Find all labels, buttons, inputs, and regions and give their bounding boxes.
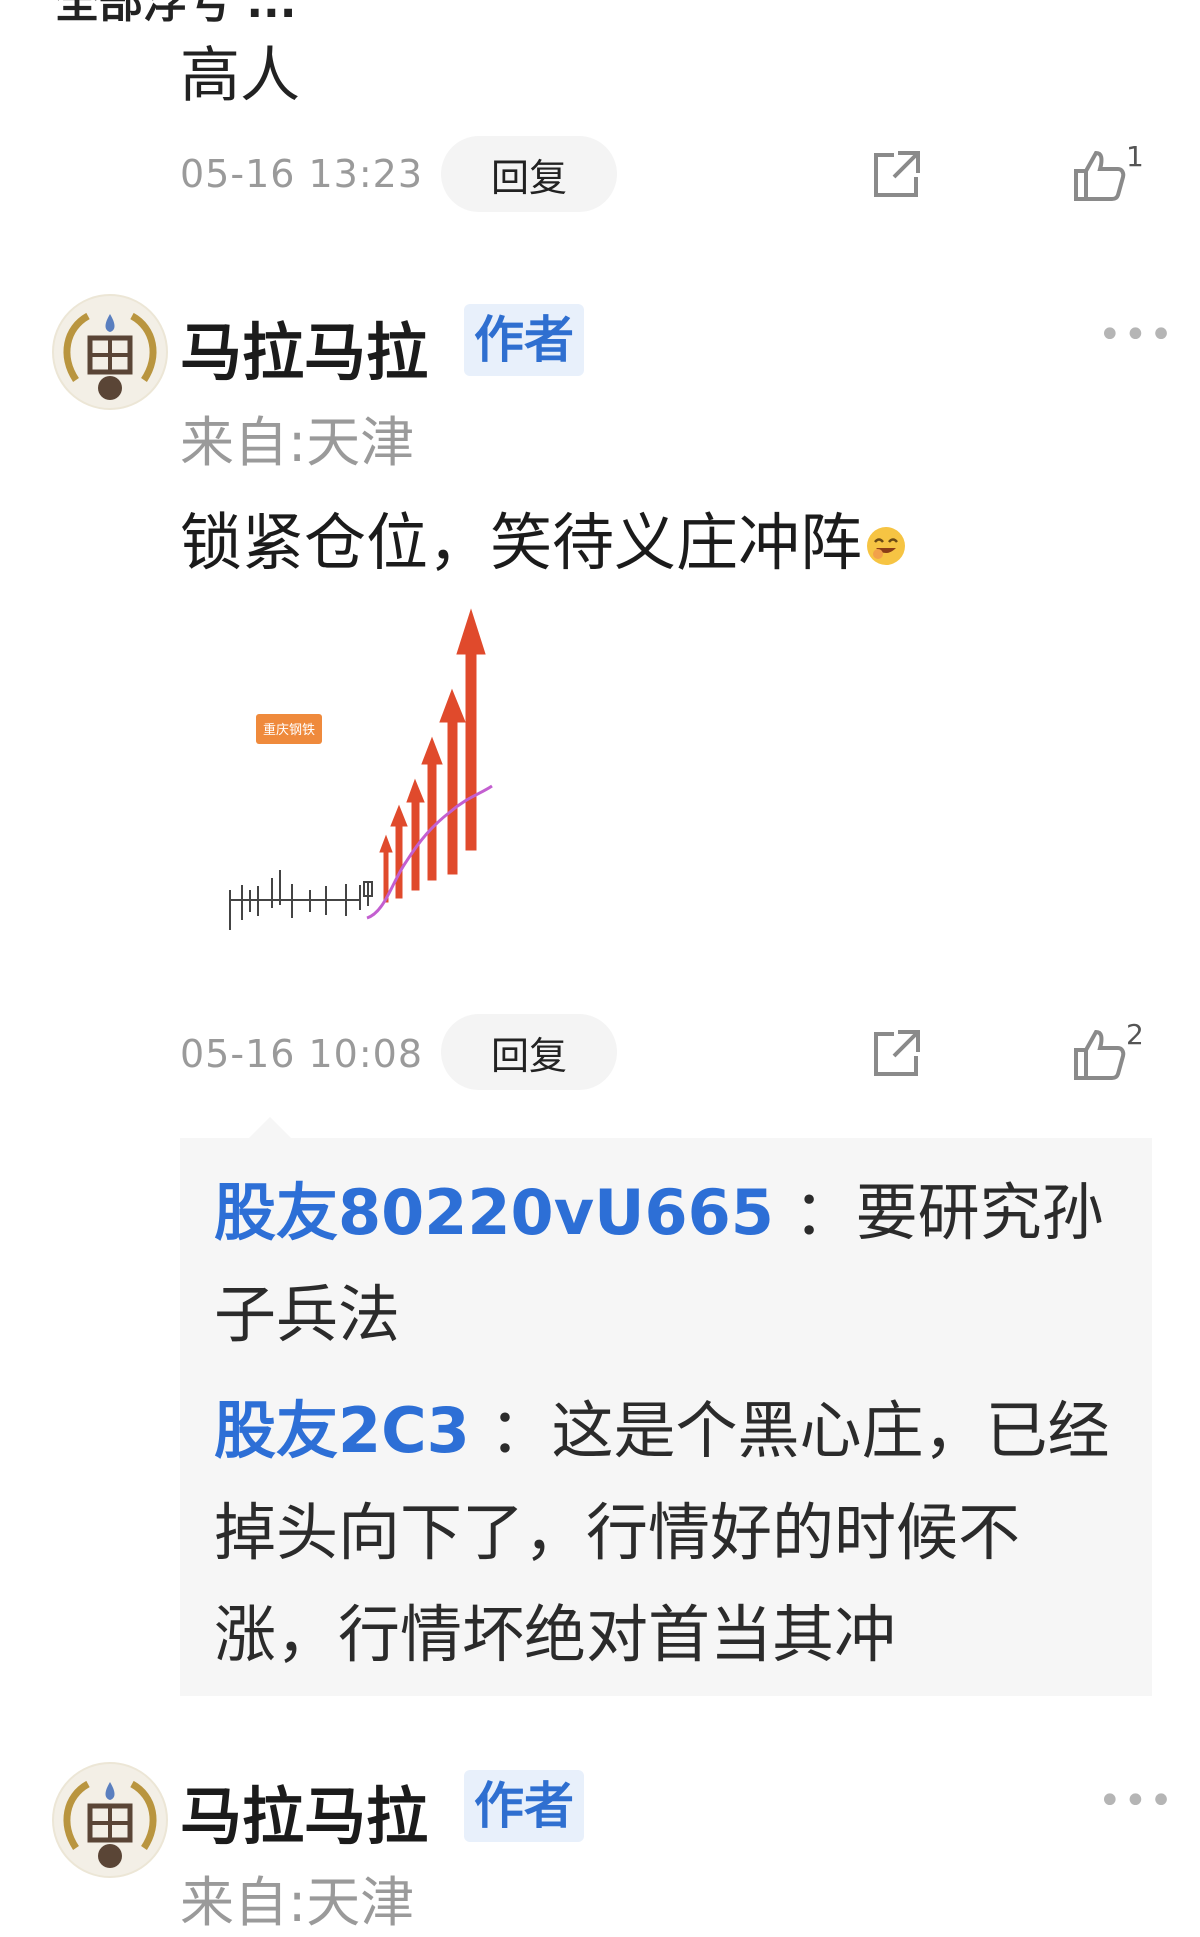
- reply-item-text: 股友80220vU665 ：要研究孙子兵法: [214, 1162, 1126, 1366]
- previous-comment-timestamp: 05-16 13:23: [180, 152, 424, 196]
- reply-item[interactable]: 股友2C3 ：这是个黑心庄，已经掉头向下了，行情好的时候不涨，行情坏绝对首当其冲: [214, 1380, 1126, 1686]
- more-options-icon[interactable]: •••: [1098, 312, 1175, 358]
- reply-item-text: 股友2C3 ：这是个黑心庄，已经掉头向下了，行情好的时候不涨，行情坏绝对首当其冲: [214, 1380, 1126, 1686]
- avatar[interactable]: [52, 1762, 168, 1878]
- previous-comment-cut-text: 全部浮亏 ...: [55, 0, 297, 28]
- author-badge: 作者: [464, 304, 584, 376]
- reply-button[interactable]: 回复: [441, 1014, 617, 1090]
- thumbs-up-icon[interactable]: [1068, 145, 1128, 205]
- author-username[interactable]: 马拉马拉: [180, 1766, 428, 1856]
- reply-item[interactable]: 股友80220vU665 ：要研究孙子兵法: [214, 1162, 1126, 1366]
- post-text-content: 锁紧仓位，笑待义庄冲阵: [180, 506, 863, 579]
- author-username[interactable]: 马拉马拉: [180, 302, 428, 392]
- author-badge: 作者: [464, 1770, 584, 1842]
- grin-emoji-icon: [864, 510, 908, 583]
- reply-panel-pointer: [248, 1117, 292, 1139]
- post-timestamp: 05-16 10:08: [180, 1032, 424, 1076]
- thumbs-up-icon[interactable]: [1068, 1024, 1128, 1084]
- chart-label: 重庆钢铁: [263, 722, 315, 738]
- post-location: 来自:天津: [180, 411, 415, 474]
- reply-username[interactable]: 股友80220vU665: [214, 1176, 774, 1249]
- reply-button[interactable]: 回复: [441, 136, 617, 212]
- post-text: 锁紧仓位，笑待义庄冲阵: [180, 492, 908, 583]
- post-location: 来自:天津: [180, 1871, 415, 1934]
- like-count: 1: [1126, 140, 1144, 173]
- reply-separator: ：: [773, 1176, 856, 1249]
- like-count: 2: [1126, 1018, 1144, 1051]
- previous-comment-body: 高人: [180, 41, 300, 111]
- replies-panel: 股友80220vU665 ：要研究孙子兵法 股友2C3 ：这是个黑心庄，已经掉头…: [180, 1138, 1152, 1696]
- reply-username[interactable]: 股友2C3: [214, 1394, 470, 1467]
- more-options-icon[interactable]: •••: [1098, 1778, 1175, 1824]
- reply-separator: ：: [469, 1394, 552, 1467]
- avatar[interactable]: [52, 294, 168, 410]
- post-image[interactable]: 重庆钢铁: [210, 600, 510, 960]
- share-icon[interactable]: [866, 1024, 926, 1084]
- share-icon[interactable]: [866, 145, 926, 205]
